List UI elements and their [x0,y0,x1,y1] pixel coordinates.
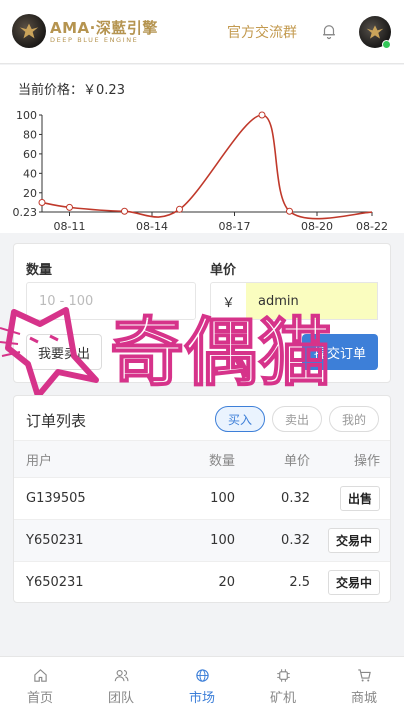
tab-buy[interactable]: 买入 [215,406,265,432]
row-quantity: 100 [210,533,235,548]
row-action: 交易中 [327,562,380,602]
current-price-label: 当前价格： [18,83,84,98]
trading-status-button[interactable]: 交易中 [327,570,380,595]
x-tick-label: 08-20 [301,220,333,233]
data-point [286,207,293,215]
table-row: Y650231 100 0.32 交易中 [14,520,390,562]
nav-item-team[interactable]: 团队 [81,657,161,712]
data-point [38,199,46,207]
x-tick-label: 08-11 [54,220,86,233]
price-chart-card: 当前价格：￥0.23 100 80 60 40 20 0.23 08-11 08-14 08-1… [0,65,404,233]
column-header-price: 单价 [283,453,310,469]
row-price: 0.32 [281,533,310,548]
row-action: 出售 [339,478,380,519]
y-tick-label: 0.23 [13,206,38,219]
brand-name: AMA·深藍引擎 [50,19,158,37]
globe-icon [195,669,209,682]
submit-order-button[interactable]: 提交订单 [302,334,378,370]
data-point [66,203,73,211]
sell-order-button[interactable]: 出售 [339,486,380,511]
nav-label-shop: 商城 [350,691,377,706]
nav-item-home[interactable]: 首页 [0,657,80,712]
column-header-user: 用户 [26,453,53,469]
quantity-input[interactable] [26,282,196,320]
order-list-title: 订单列表 [26,412,87,430]
y-tick-label: 40 [23,167,37,180]
data-point [258,111,266,119]
y-tick-label: 80 [23,128,37,141]
unit-price-input[interactable] [246,282,378,320]
y-tick-label: 20 [23,187,37,200]
x-tick-label: 08-17 [219,220,251,233]
row-action: 交易中 [327,520,380,561]
row-user: G139505 [26,491,86,506]
home-icon [33,669,47,682]
nav-label-team: 团队 [107,691,134,706]
app-header: AMA·深藍引擎 DEEP BLUE ENGINE 官方交流群 [0,0,404,64]
data-point [176,205,183,213]
nav-label-home: 首页 [26,691,53,706]
x-tick-label: 08-14 [136,220,168,233]
nav-label-miner: 矿机 [269,691,296,706]
table-row: Y650231 20 2.5 交易中 [14,562,390,602]
tab-mine[interactable]: 我的 [329,406,379,432]
price-series-line [41,114,373,220]
trading-status-button[interactable]: 交易中 [327,528,380,553]
row-price: 2.5 [289,575,310,590]
brand-subtitle: DEEP BLUE ENGINE [50,36,139,44]
unit-price-label: 单价 [210,263,237,278]
cart-icon [357,669,371,682]
nav-item-miner[interactable]: 矿机 [243,657,323,712]
eagle-icon [19,23,39,39]
eagle-avatar-icon [366,25,384,39]
nav-item-shop[interactable]: 商城 [324,657,404,712]
row-price: 0.32 [281,491,310,506]
trade-form-card: 数量 单价 ￥ 我要卖出 提交订单 [13,243,391,383]
data-point [121,207,128,215]
column-header-action: 操作 [353,453,380,469]
currency-addon: ￥ [210,282,246,320]
table-row: G139505 100 0.32 出售 [14,478,390,520]
current-price-value: ￥0.23 [83,83,125,98]
current-price: 当前价格：￥0.23 [18,79,125,98]
chip-icon [276,669,290,682]
x-tick-label: 08-22 [356,220,388,233]
row-quantity: 20 [218,575,235,590]
nav-label-market: 市场 [188,691,215,706]
order-list-card: 订单列表 买入 卖出 我的 用户 数量 单价 操作 G139505 100 0.… [13,395,391,603]
row-user: Y650231 [26,575,84,590]
tab-sell[interactable]: 卖出 [272,406,322,432]
sell-button[interactable]: 我要卖出 [26,334,102,370]
bottom-tab-bar: 首页 团队 市场 矿机 商城 [0,656,404,712]
quantity-label: 数量 [26,263,53,278]
price-line-chart: 100 80 60 40 20 0.23 08-11 08-14 08-17 08-20 08-22 [13,109,388,233]
y-tick-label: 100 [16,109,37,122]
nav-item-market[interactable]: 市场 [162,657,242,712]
online-status-dot [382,40,391,49]
row-quantity: 100 [210,491,235,506]
official-group-link[interactable]: 官方交流群 [227,22,297,42]
team-icon [114,669,128,682]
brand-logo [12,14,46,48]
row-user: Y650231 [26,533,84,548]
column-header-quantity: 数量 [208,453,235,469]
table-header: 用户 数量 单价 操作 [14,440,390,478]
bell-icon[interactable] [320,22,338,40]
y-tick-label: 60 [23,148,37,161]
